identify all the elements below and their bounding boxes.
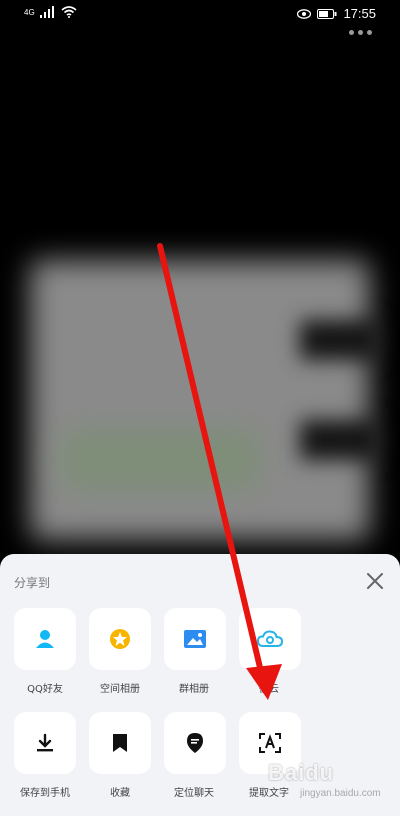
- dot: [349, 30, 354, 35]
- eye-icon: [297, 8, 312, 19]
- share-group-album-button[interactable]: [164, 608, 226, 670]
- more-options-button[interactable]: [349, 30, 372, 35]
- save-to-phone-button[interactable]: [14, 712, 76, 774]
- blurred-photo-detail: [300, 420, 380, 460]
- qzone-star-icon: [110, 629, 130, 649]
- signal-icon: [39, 6, 54, 18]
- wifi-icon: [61, 6, 77, 18]
- dot: [358, 30, 363, 35]
- download-icon: [37, 733, 53, 752]
- share-sheet-title: 分享到: [14, 576, 51, 590]
- text-scan-icon: [259, 733, 281, 753]
- location-chat-icon: [187, 733, 203, 753]
- blurred-photo-detail: [60, 430, 260, 490]
- close-icon: [367, 573, 383, 589]
- cloud-icon: [257, 630, 283, 647]
- blurred-photo: [30, 260, 370, 540]
- share-weiyun-label: 微云: [259, 684, 279, 695]
- image-icon: [184, 630, 206, 648]
- blurred-photo-detail: [300, 320, 380, 360]
- image-viewer[interactable]: [0, 220, 400, 560]
- clock: 17:55: [343, 6, 376, 21]
- status-left: 4G: [24, 6, 77, 18]
- person-icon: [36, 630, 54, 648]
- status-right: 17:55: [297, 6, 376, 21]
- favorite-button[interactable]: [89, 712, 151, 774]
- share-qq-friend-button[interactable]: [14, 608, 76, 670]
- share-qzone-album-button[interactable]: [89, 608, 151, 670]
- watermark-logo: Baidu: [268, 760, 335, 785]
- share-weiyun-button[interactable]: [239, 608, 301, 670]
- watermark-url: jingyan.baidu.com: [300, 788, 381, 799]
- status-bar: 4G 17:55: [0, 0, 400, 28]
- battery-icon: [317, 8, 337, 19]
- share-sheet: 分享到 QQ好友 空间相册 群相册 微云 保存到手机 收藏 定位聊天 提取文字: [0, 554, 400, 816]
- close-button[interactable]: [364, 570, 386, 592]
- bookmark-icon: [113, 734, 127, 752]
- locate-chat-button[interactable]: [164, 712, 226, 774]
- network-label: 4G: [24, 7, 35, 17]
- dot: [367, 30, 372, 35]
